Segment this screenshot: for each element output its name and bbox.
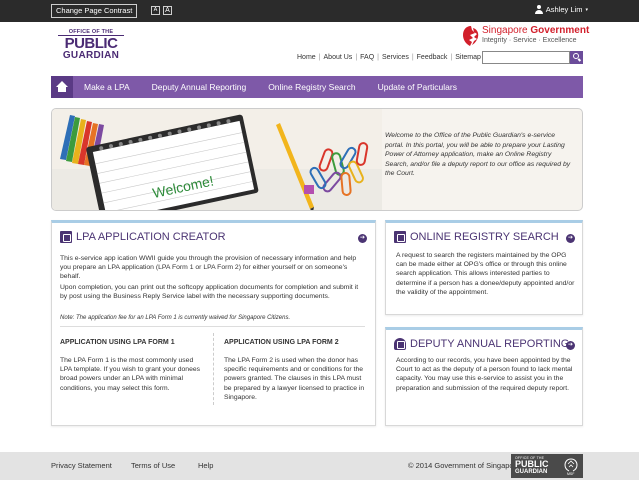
- logo-line3: GUARDIAN: [62, 50, 120, 61]
- lion-head-icon: [463, 26, 479, 46]
- lpa-note: Note: The application fee for an LPA For…: [60, 315, 291, 321]
- singapore-government-logo: Singapore Government Integrity · Service…: [461, 24, 591, 48]
- search-button[interactable]: [570, 51, 583, 64]
- footer-opg-logo[interactable]: OFFICE OF THE PUBLIC GUARDIAN MSF: [511, 454, 583, 478]
- decrease-font-button[interactable]: A: [151, 6, 160, 15]
- top-nav: Home | About Us | FAQ | Services | Feedback |…: [297, 54, 481, 61]
- lpa-title-text: LPA APPLICATION CREATOR: [76, 231, 226, 243]
- footer-logo-line3: GUARDIAN: [515, 469, 548, 475]
- footer-terms-link[interactable]: Terms of Use: [131, 461, 175, 470]
- dar-text: According to our records, you have been …: [396, 357, 573, 392]
- footer-privacy-link[interactable]: Privacy Statement: [51, 461, 112, 470]
- copyright: © 2014 Government of Singapore: [408, 461, 521, 470]
- nav-home[interactable]: Home: [297, 54, 316, 61]
- search-input[interactable]: [482, 51, 570, 64]
- home-button[interactable]: [51, 76, 73, 98]
- dar-title[interactable]: DEPUTY ANNUAL REPORTING: [394, 338, 569, 350]
- nav-feedback[interactable]: Feedback: [417, 54, 448, 61]
- user-name: Ashley Lim: [545, 5, 583, 14]
- sg-gov: Government: [530, 25, 590, 36]
- document-icon: [60, 231, 72, 243]
- ors-title[interactable]: ONLINE REGISTRY SEARCH: [394, 231, 559, 243]
- sg-tagline: Integrity · Service · Excellence: [482, 37, 577, 44]
- msf-label: MSF: [567, 472, 575, 476]
- logo-line2: PUBLIC: [64, 35, 118, 52]
- nav-update-of-particulars[interactable]: Update of Particulars: [367, 82, 468, 92]
- column-divider: [213, 333, 214, 405]
- arrow-right-icon[interactable]: ➔: [358, 234, 367, 243]
- deputy-annual-reporting-panel[interactable]: DEPUTY ANNUAL REPORTING ➔ According to o…: [385, 327, 583, 426]
- arrow-right-icon[interactable]: ➔: [566, 341, 575, 350]
- nav-make-lpa[interactable]: Make a LPA: [73, 82, 141, 92]
- people-icon: [394, 338, 406, 350]
- form2-text: The LPA Form 2 is used when the donor ha…: [224, 357, 365, 401]
- form2-title[interactable]: APPLICATION USING LPA FORM 2: [224, 339, 339, 346]
- sg-name: Singapore: [482, 25, 528, 36]
- lpa-title[interactable]: LPA APPLICATION CREATOR: [60, 231, 226, 243]
- welcome-text: Welcome to the Office of the Public Guar…: [385, 132, 571, 177]
- lpa-para1: This e-service app ication WWII guide yo…: [60, 255, 357, 281]
- nav-online-registry-search[interactable]: Online Registry Search: [257, 82, 366, 92]
- online-registry-search-panel[interactable]: ONLINE REGISTRY SEARCH ➔ A request to se…: [385, 220, 583, 315]
- user-icon: [534, 5, 543, 14]
- lpa-application-creator-panel[interactable]: LPA APPLICATION CREATOR ➔ This e-service…: [51, 220, 376, 426]
- chevron-down-icon: ▾: [585, 6, 588, 13]
- user-menu[interactable]: Ashley Lim ▾: [534, 5, 588, 14]
- form1-title[interactable]: APPLICATION USING LPA FORM 1: [60, 339, 175, 346]
- nav-services[interactable]: Services: [382, 54, 409, 61]
- lpa-para2: Upon completion, you can print out the s…: [60, 284, 359, 301]
- dar-title-text: DEPUTY ANNUAL REPORTING: [410, 338, 570, 350]
- divider: [60, 326, 365, 327]
- ors-title-text: ONLINE REGISTRY SEARCH: [410, 231, 559, 243]
- nav-deputy-annual-reporting[interactable]: Deputy Annual Reporting: [141, 82, 258, 92]
- change-contrast-button[interactable]: Change Page Contrast: [51, 4, 138, 18]
- ors-text: A request to search the registers mainta…: [396, 252, 575, 296]
- increase-font-button[interactable]: A: [163, 6, 172, 15]
- nav-faq[interactable]: FAQ: [360, 54, 374, 61]
- welcome-illustration: Welcome!: [52, 109, 382, 210]
- opg-logo[interactable]: OFFICE OF THE PUBLIC GUARDIAN: [58, 29, 124, 69]
- nav-about-us[interactable]: About Us: [324, 54, 353, 61]
- welcome-banner: Welcome! Welcome to the Office of the Pu…: [51, 108, 583, 211]
- footer-help-link[interactable]: Help: [198, 461, 213, 470]
- main-nav: Make a LPA Deputy Annual Reporting Onlin…: [51, 76, 583, 98]
- arrow-right-icon[interactable]: ➔: [566, 234, 575, 243]
- nav-sitemap[interactable]: Sitemap: [455, 54, 481, 61]
- search-document-icon: [394, 231, 406, 243]
- form1-text: The LPA Form 1 is the most commonly used…: [60, 357, 201, 392]
- footer-logo-line2: PUBLIC: [515, 459, 549, 469]
